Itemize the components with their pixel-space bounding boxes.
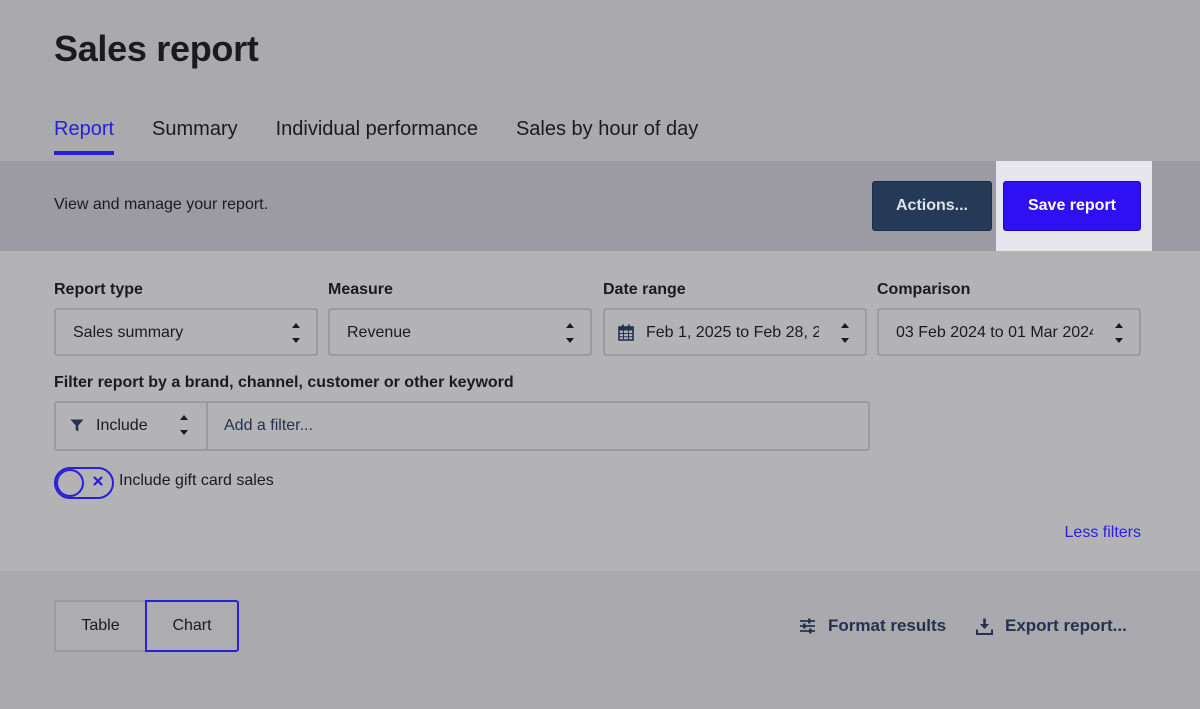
calendar-icon [618,324,634,341]
close-icon [93,476,103,486]
view-switcher: Table Chart [54,600,239,652]
gift-card-toggle[interactable] [54,467,114,499]
include-mode-value: Include [96,417,148,434]
less-filters-link[interactable]: Less filters [1065,524,1141,542]
format-results-link[interactable]: Format results [799,616,946,636]
measure-value: Revenue [347,324,412,341]
add-filter-input[interactable] [208,403,866,449]
tab-sales-by-hour[interactable]: Sales by hour of day [516,118,698,155]
comparison-value: 03 Feb 2024 to 01 Mar 2024 [896,324,1093,341]
sliders-icon [800,618,815,634]
stepper-icon [1115,323,1123,343]
tab-individual-performance[interactable]: Individual performance [276,118,478,155]
comparison-select[interactable]: 03 Feb 2024 to 01 Mar 2024 [877,308,1141,356]
funnel-icon [70,419,84,432]
actions-button[interactable]: Actions... [872,181,992,231]
comparison-label: Comparison [877,281,971,298]
tab-summary[interactable]: Summary [152,118,238,155]
include-mode-select[interactable]: Include [56,403,208,449]
download-icon [976,618,993,635]
stepper-icon [292,323,300,343]
filters-panel: Report type Sales summary Measure Revenu… [0,251,1200,571]
keyword-filter-label: Filter report by a brand, channel, custo… [54,374,514,391]
toggle-knob [56,469,84,497]
date-range-value: Feb 1, 2025 to Feb 28, 2025 [646,324,819,341]
toolbar-description: View and manage your report. [54,196,269,213]
format-results-label: Format results [828,616,947,635]
tab-report[interactable]: Report [54,118,115,155]
keyword-filter-bar: Include [54,401,870,451]
report-type-label: Report type [54,281,143,298]
measure-label: Measure [328,281,393,298]
stepper-icon [180,415,188,435]
export-report-link[interactable]: Export report... [976,616,1127,636]
report-type-select[interactable]: Sales summary [54,308,318,356]
stepper-icon [841,323,849,343]
date-range-label: Date range [603,281,686,298]
report-toolbar: View and manage your report. Actions... … [0,161,1200,251]
report-type-value: Sales summary [73,324,184,341]
export-report-label: Export report... [1005,616,1127,635]
table-view-button[interactable]: Table [54,600,145,652]
measure-select[interactable]: Revenue [328,308,592,356]
gift-card-label: Include gift card sales [119,472,274,489]
save-report-button[interactable]: Save report [1003,181,1141,231]
report-tabs: Report Summary Individual performance Sa… [54,118,736,155]
chart-view-button[interactable]: Chart [145,600,239,652]
date-range-select[interactable]: Feb 1, 2025 to Feb 28, 2025 [603,308,867,356]
stepper-icon [566,323,574,343]
page-title: Sales report [54,28,259,69]
